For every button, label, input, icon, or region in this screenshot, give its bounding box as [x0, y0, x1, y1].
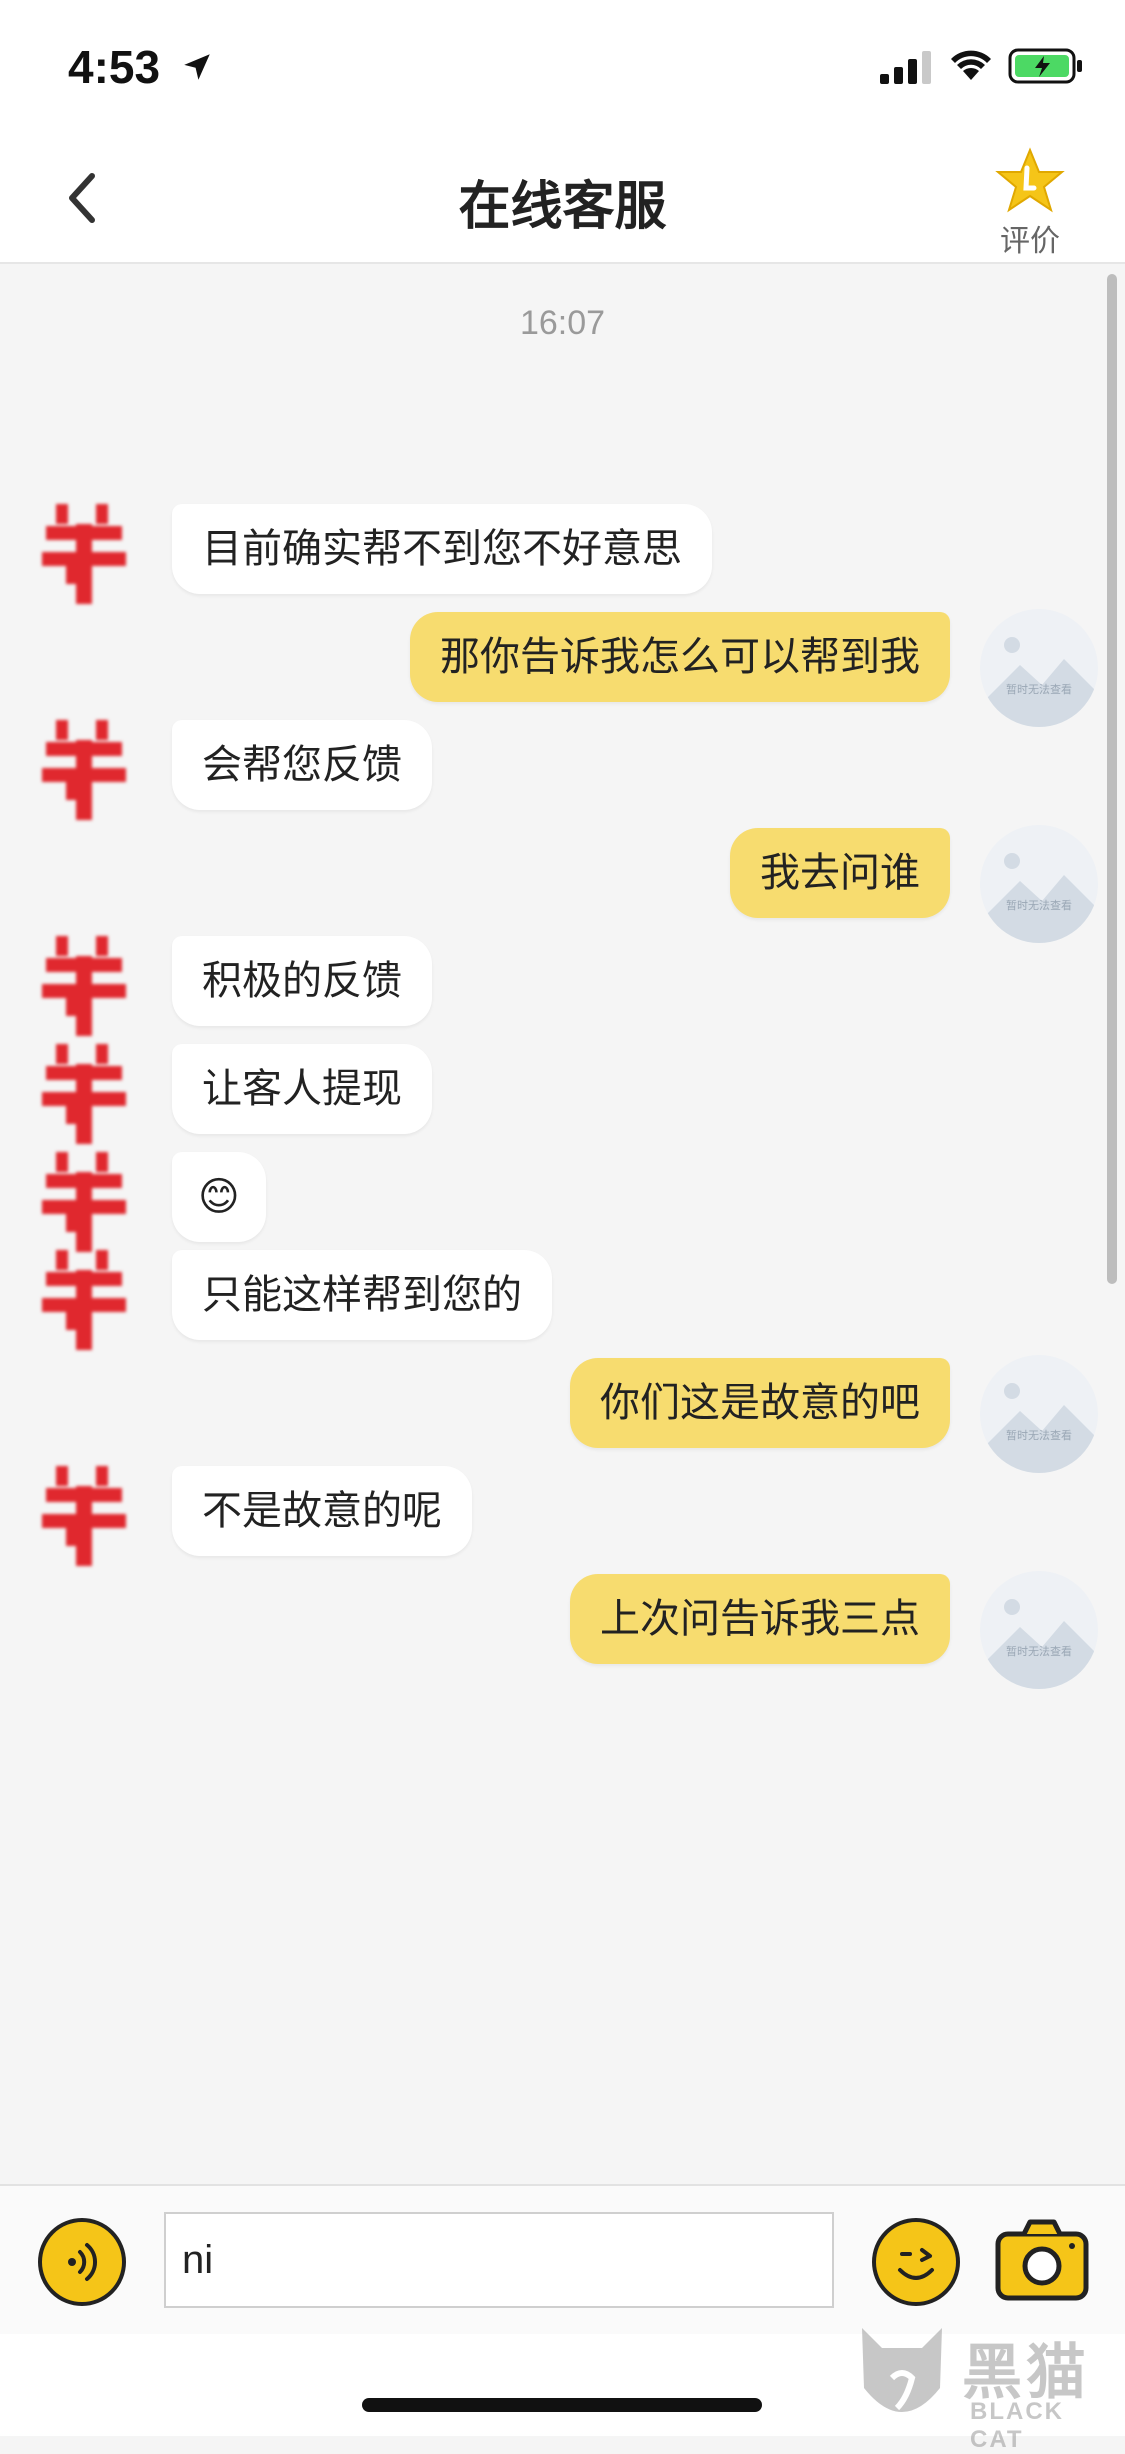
agent-avatar[interactable] [42, 1250, 126, 1350]
home-indicator[interactable] [362, 2398, 762, 2412]
emoji-icon [898, 2248, 934, 2280]
message-bubble[interactable]: 积极的反馈 [172, 936, 432, 1026]
message-bubble[interactable]: 会帮您反馈 [172, 720, 432, 810]
message-input[interactable]: ni [164, 2212, 834, 2308]
chat-area[interactable]: 16:07 目前确实帮不到您不好意思暂时无法查看 那你告诉我怎么可以帮到我会帮您反… [0, 264, 1125, 2184]
nav-bar: 在线客服 评价 [0, 134, 1125, 264]
user-message: 暂时无法查看 那你告诉我怎么可以帮到我 [0, 609, 1125, 727]
agent-avatar[interactable] [42, 1152, 126, 1252]
message-bubble[interactable]: 我去问谁 [730, 828, 950, 918]
agent-message: 不是故意的呢 [0, 1466, 1125, 1566]
agent-message: 目前确实帮不到您不好意思 [0, 504, 1125, 604]
watermark-en: BLACK CAT [970, 2398, 1064, 2453]
avatar-placeholder-text: 暂时无法查看 [1006, 683, 1072, 696]
chat-timestamp: 16:07 [519, 304, 606, 342]
agent-avatar[interactable] [42, 936, 126, 1036]
agent-avatar[interactable] [42, 1044, 126, 1144]
user-message: 暂时无法查看 我去问谁 [0, 825, 1125, 943]
agent-message: 只能这样帮到您的 [0, 1250, 1125, 1350]
watermark: 黑猫 BLACK CAT [852, 2318, 1122, 2453]
user-avatar[interactable]: 暂时无法查看 [980, 1571, 1098, 1689]
user-avatar[interactable]: 暂时无法查看 [980, 825, 1098, 943]
user-avatar[interactable]: 暂时无法查看 [980, 609, 1098, 727]
agent-message: 😊 [0, 1152, 1125, 1252]
status-bar: 4:53 [0, 0, 1125, 134]
message-bubble[interactable]: 不是故意的呢 [172, 1466, 472, 1556]
user-message: 暂时无法查看 上次问告诉我三点 [0, 1571, 1125, 1689]
status-time: 4:53 [68, 41, 161, 93]
voice-button[interactable] [38, 2218, 126, 2306]
agent-avatar[interactable] [42, 504, 126, 604]
message-bubble[interactable]: 你们这是故意的吧 [570, 1358, 950, 1448]
agent-message: 积极的反馈 [0, 936, 1125, 1036]
message-bubble[interactable]: 那你告诉我怎么可以帮到我 [410, 612, 950, 702]
message-bubble[interactable]: 目前确实帮不到您不好意思 [172, 504, 712, 594]
voice-icon [68, 2243, 98, 2281]
input-bar: ni [0, 2184, 1125, 2336]
cellular-signal-icon [880, 51, 931, 84]
message-bubble[interactable]: 只能这样帮到您的 [172, 1250, 552, 1340]
agent-message: 让客人提现 [0, 1044, 1125, 1144]
page-title: 在线客服 [458, 177, 667, 237]
user-message: 暂时无法查看 你们这是故意的吧 [0, 1355, 1125, 1473]
cat-logo-icon [862, 2328, 942, 2412]
avatar-placeholder-text: 暂时无法查看 [1006, 1645, 1072, 1658]
emoji-button[interactable] [872, 2218, 960, 2306]
battery-charging-icon [1008, 48, 1082, 84]
wifi-icon [951, 50, 991, 80]
avatar-placeholder-text: 暂时无法查看 [1006, 1429, 1072, 1442]
message-bubble[interactable]: 上次问告诉我三点 [570, 1574, 950, 1664]
agent-message: 会帮您反馈 [0, 720, 1125, 820]
camera-button[interactable] [994, 2218, 1090, 2302]
rate-button[interactable]: 评价 [990, 146, 1070, 260]
rate-label: 评价 [1000, 224, 1060, 259]
message-bubble[interactable]: 让客人提现 [172, 1044, 432, 1134]
avatar-placeholder-text: 暂时无法查看 [1006, 899, 1072, 912]
message-bubble[interactable]: 😊 [172, 1152, 266, 1242]
star-icon [995, 147, 1065, 213]
user-avatar[interactable]: 暂时无法查看 [980, 1355, 1098, 1473]
agent-avatar[interactable] [42, 720, 126, 820]
location-arrow-icon [184, 54, 210, 80]
agent-avatar[interactable] [42, 1466, 126, 1566]
